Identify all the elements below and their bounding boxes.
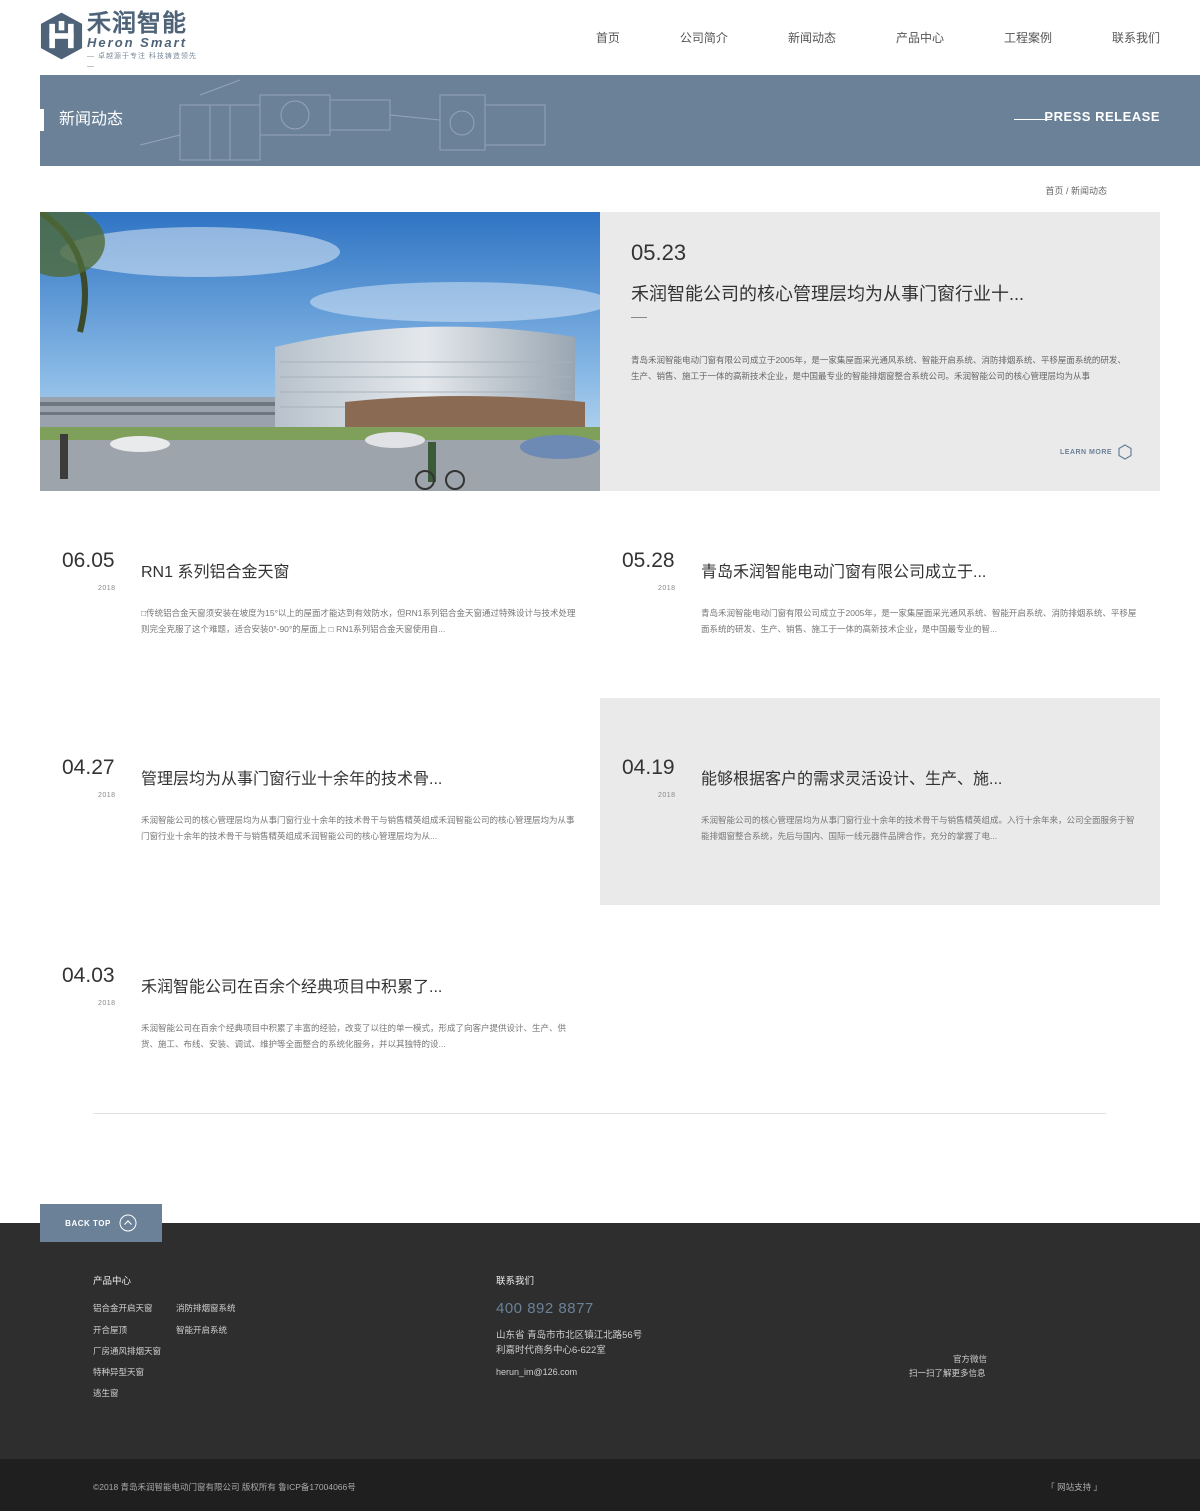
nav-about[interactable]: 公司简介: [680, 29, 728, 46]
building-photo: [40, 212, 600, 491]
news-description: 禾润智能公司在百余个经典项目中积累了丰富的经验，改变了以往的单一模式，形成了向客…: [141, 1023, 567, 1049]
footer-products-heading: 产品中心: [93, 1276, 132, 1287]
news-item[interactable]: 06.05 2018 RN1 系列铝合金天窗 □传统铝合金天窗须安装在坡度为15…: [40, 521, 600, 728]
copyright-text: ©2018 青岛禾润智能电动门窗有限公司 版权所有 鲁ICP备17004066号: [93, 1482, 356, 1492]
news-item[interactable]: 04.27 2018 管理层均为从事门窗行业十余年的技术骨... 禾润智能公司的…: [40, 728, 600, 935]
logo-english-name: Heron Smart: [87, 35, 188, 50]
back-to-top-button[interactable]: BACK TOP: [40, 1204, 162, 1242]
hexagon-logo-icon: [40, 12, 83, 60]
learn-more-label: LEARN MORE: [1060, 448, 1113, 456]
news-item[interactable]: 04.03 2018 禾润智能公司在百余个经典项目中积累了... 禾润智能公司在…: [40, 936, 600, 1143]
news-description: 禾润智能公司的核心管理层均为从事门窗行业十余年的技术骨干与销售精英组成。入行十余…: [701, 815, 1135, 841]
news-year: 2018: [658, 792, 676, 799]
footer-product-link[interactable]: 铝合金开启天窗: [93, 1302, 153, 1314]
footer-product-link[interactable]: 开合屋顶: [93, 1324, 127, 1336]
breadcrumb-current[interactable]: 新闻动态: [1071, 186, 1107, 196]
footer-phone[interactable]: 400 892 8877: [496, 1300, 594, 1317]
wechat-hint: 扫一扫了解更多信息: [909, 1368, 986, 1378]
banner-title: 新闻动态: [40, 109, 123, 131]
logo[interactable]: 禾润智能 Heron Smart — 卓越源于专注 科技铸造领先 —: [40, 10, 200, 70]
news-date: 04.27: [62, 756, 115, 779]
news-year: 2018: [98, 1000, 116, 1007]
news-title[interactable]: 青岛禾润智能电动门窗有限公司成立于...: [701, 558, 986, 582]
featured-divider: [631, 317, 647, 318]
news-date: 06.05: [62, 549, 115, 572]
logo-slogan: — 卓越源于专注 科技铸造领先 —: [87, 53, 197, 70]
footer-address-line: 利嘉时代商务中心6-622室: [496, 1345, 606, 1356]
footer-product-link[interactable]: 特种异型天窗: [93, 1366, 144, 1378]
footer-address: 山东省 青岛市市北区镇江北路56号 利嘉时代商务中心6-622室: [496, 1328, 642, 1358]
footer-product-link[interactable]: 逃生窗: [93, 1387, 119, 1399]
nav-products[interactable]: 产品中心: [896, 29, 944, 46]
wechat-label: 官方微信: [953, 1354, 988, 1364]
footer-product-link[interactable]: 消防排烟窗系统: [176, 1302, 236, 1314]
hexagon-arrow-icon: [1118, 444, 1132, 460]
featured-description: 青岛禾润智能电动门窗有限公司成立于2005年，是一家集屋面采光通风系统、智能开启…: [631, 355, 1126, 381]
chevron-up-icon: [119, 1214, 137, 1232]
learn-more-button[interactable]: LEARN MORE: [1060, 444, 1132, 460]
news-title[interactable]: 能够根据客户的需求灵活设计、生产、施...: [701, 765, 1002, 789]
featured-date: 05.23: [631, 240, 687, 265]
nav-contact[interactable]: 联系我们: [1112, 29, 1160, 46]
content-divider: [93, 1113, 1106, 1114]
news-year: 2018: [98, 585, 116, 592]
back-top-label: BACK TOP: [65, 1218, 111, 1228]
news-year: 2018: [98, 792, 116, 799]
news-title[interactable]: 禾润智能公司在百余个经典项目中积累了...: [141, 973, 442, 997]
nav-news[interactable]: 新闻动态: [788, 29, 836, 46]
footer-product-link[interactable]: 智能开启系统: [176, 1324, 227, 1336]
breadcrumb-home[interactable]: 首页: [1045, 186, 1063, 196]
news-item-highlighted[interactable]: 04.19 2018 能够根据客户的需求灵活设计、生产、施... 禾润智能公司的…: [600, 698, 1160, 905]
breadcrumb: 首页 / 新闻动态: [1045, 184, 1107, 197]
news-item[interactable]: 05.28 2018 青岛禾润智能电动门窗有限公司成立于... 青岛禾润智能电动…: [600, 521, 1160, 728]
banner-english-subtitle: PRESS RELEASE: [1044, 109, 1160, 124]
news-description: □传统铝合金天窗须安装在坡度为15°以上的屋面才能达到有效防水，但RN1系列铝合…: [141, 608, 576, 634]
page: 禾润智能 Heron Smart — 卓越源于专注 科技铸造领先 — 首页 公司…: [0, 0, 1200, 1511]
featured-news[interactable]: 05.23 禾润智能公司的核心管理层均为从事门窗行业十... 青岛禾润智能电动门…: [40, 212, 1160, 491]
news-title[interactable]: RN1 系列铝合金天窗: [141, 558, 289, 582]
news-title[interactable]: 管理层均为从事门窗行业十余年的技术骨...: [141, 765, 442, 789]
page-banner: 新闻动态 PRESS RELEASE: [40, 75, 1200, 166]
breadcrumb-separator: /: [1065, 186, 1069, 196]
machinery-illustration: [140, 79, 546, 161]
news-date: 04.03: [62, 964, 115, 987]
nav-cases[interactable]: 工程案例: [1004, 29, 1052, 46]
footer-address-line: 山东省 青岛市市北区镇江北路56号: [496, 1330, 643, 1341]
news-description: 青岛禾润智能电动门窗有限公司成立于2005年，是一家集屋面采光通风系统、智能开启…: [701, 608, 1137, 634]
footer-contact-heading: 联系我们: [496, 1276, 535, 1287]
site-header: 禾润智能 Heron Smart — 卓越源于专注 科技铸造领先 — 首页 公司…: [0, 0, 1200, 75]
news-date: 04.19: [622, 756, 675, 779]
logo-chinese-name: 禾润智能: [87, 10, 188, 37]
website-support-link[interactable]: 「 网站支持 」: [1046, 1481, 1102, 1493]
news-year: 2018: [658, 585, 676, 592]
main-nav: 首页 公司简介 新闻动态 产品中心 工程案例 联系我们: [596, 0, 1160, 75]
featured-image[interactable]: [40, 212, 600, 491]
news-date: 05.28: [622, 549, 675, 572]
nav-home[interactable]: 首页: [596, 29, 620, 46]
footer-email[interactable]: herun_im@126.com: [496, 1367, 577, 1377]
featured-title[interactable]: 禾润智能公司的核心管理层均为从事门窗行业十...: [631, 280, 1024, 306]
footer-product-link[interactable]: 厂房通风排烟天窗: [93, 1345, 161, 1357]
news-description: 禾润智能公司的核心管理层均为从事门窗行业十余年的技术骨干与销售精英组成禾润智能公…: [141, 815, 575, 841]
